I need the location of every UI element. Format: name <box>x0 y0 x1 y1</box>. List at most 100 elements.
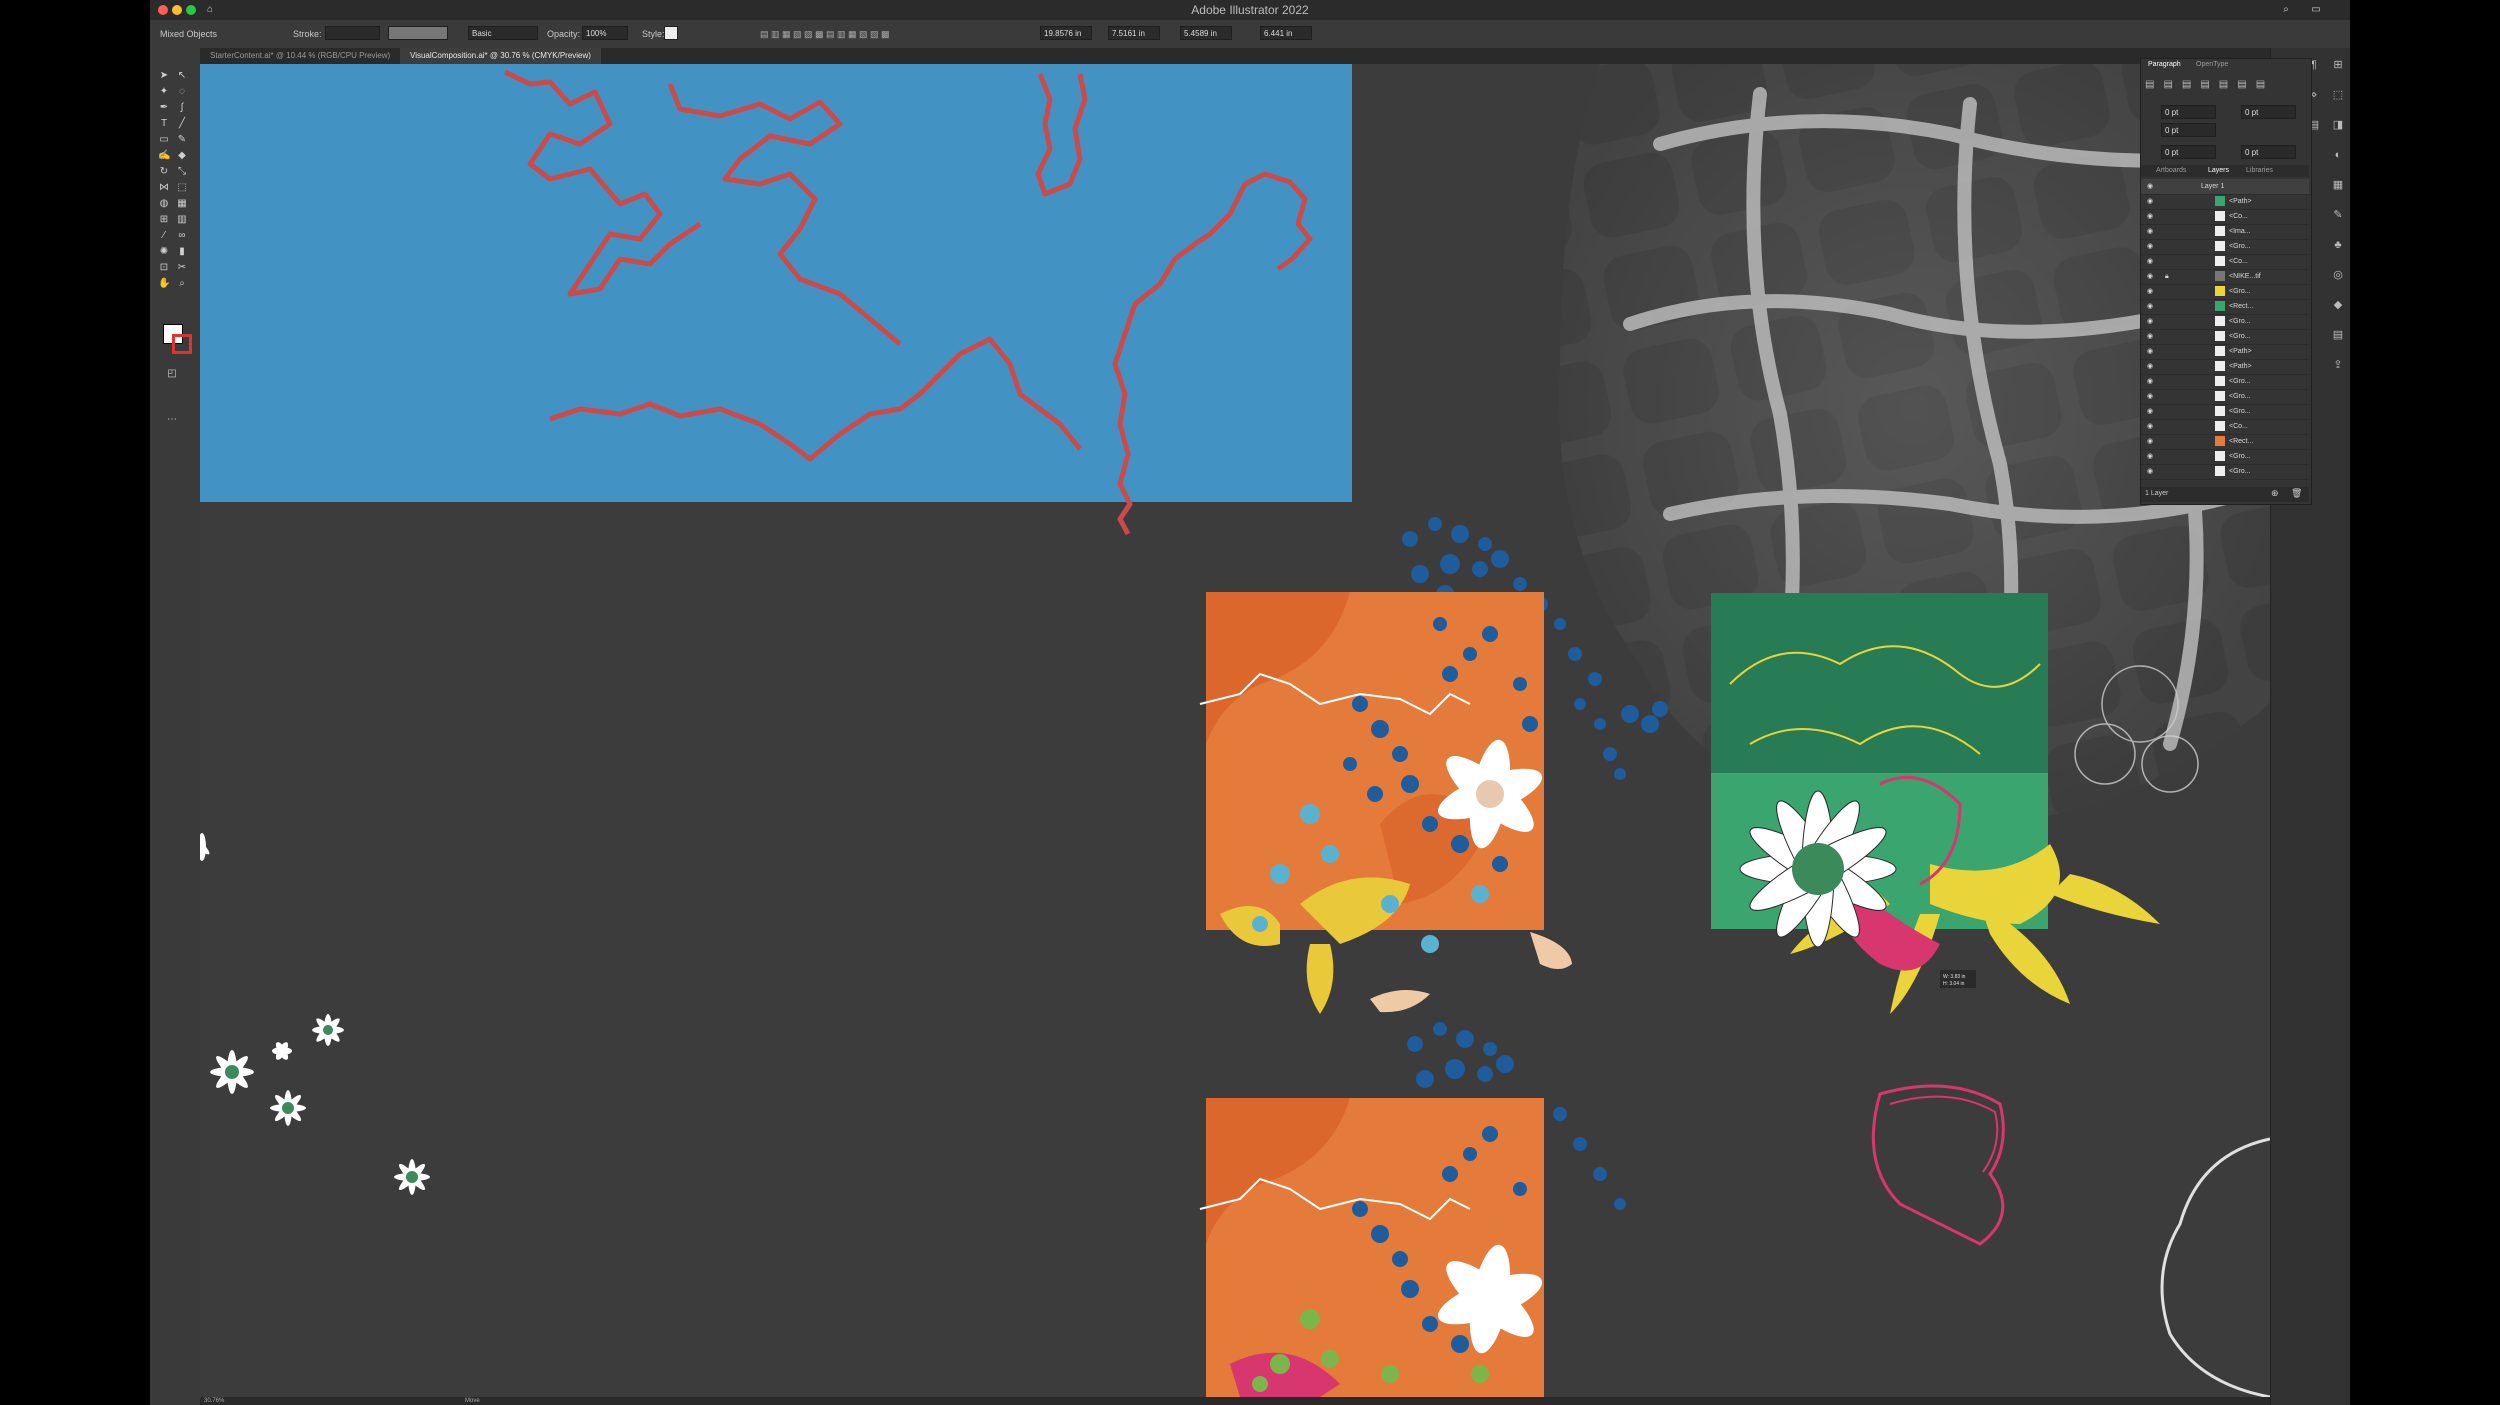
delete-layer-icon[interactable]: 🗑︎ <box>2291 488 2302 499</box>
x-field[interactable]: 19.8576 in <box>1040 26 1092 40</box>
eye-icon[interactable]: ◉ <box>2147 419 2153 434</box>
layer-row[interactable]: ◉ <Gro... <box>2141 329 2309 345</box>
type-tool-icon[interactable]: T <box>158 118 170 130</box>
eye-icon[interactable]: ◉ <box>2147 269 2153 284</box>
paragraph-align-buttons[interactable]: ▤▤▤▤▤▤▤ <box>2145 79 2274 90</box>
lock-icon[interactable]: 🔒︎ <box>2165 269 2169 284</box>
small-daisies[interactable] <box>200 833 430 1195</box>
layer-row[interactable]: ◉ <Gro... <box>2141 239 2309 255</box>
align-icons[interactable]: ▤ ▥ ▦ ▧ ▨ ▩ ▤ ▥ ▦ ▧ ▨ ▩ <box>760 29 890 40</box>
eye-icon[interactable]: ◉ <box>2147 434 2153 449</box>
graphic-styles-icon[interactable]: ◆ <box>2331 298 2345 312</box>
eye-icon[interactable]: ◉ <box>2147 224 2153 239</box>
space-after-field[interactable]: 0 pt <box>2241 145 2296 159</box>
shaper-tool-icon[interactable]: ✍ <box>158 150 170 162</box>
layer-row[interactable]: ◉ <Path> <box>2141 194 2309 210</box>
column-graph-tool-icon[interactable]: ▮ <box>176 246 188 258</box>
eye-icon[interactable]: ◉ <box>2147 329 2153 344</box>
asset-export-icon[interactable]: ⇪ <box>2331 358 2345 372</box>
zoom-tool-icon[interactable]: ⌕ <box>176 278 188 290</box>
eye-icon[interactable]: ◉ <box>2147 449 2153 464</box>
first-line-indent-field[interactable]: 0 pt <box>2161 123 2216 137</box>
left-indent-field[interactable]: 0 pt <box>2161 105 2216 119</box>
swatches-icon[interactable]: ▦ <box>2331 178 2345 192</box>
eye-icon[interactable]: ◉ <box>2147 464 2153 479</box>
eye-icon[interactable]: ◉ <box>2147 254 2153 269</box>
tab-opentype[interactable]: OpenType <box>2191 59 2233 71</box>
pink-outline-shape[interactable] <box>1871 1084 2005 1246</box>
free-transform-tool-icon[interactable]: ⬚ <box>176 182 188 194</box>
layer-row[interactable]: ◉ <Gro... <box>2141 284 2309 300</box>
tab-artboards[interactable]: Artboards <box>2151 165 2191 177</box>
more-tools-icon[interactable]: ⋯ <box>166 414 178 426</box>
paintbrush-tool-icon[interactable]: ✎ <box>176 134 188 146</box>
layer-row[interactable]: ◉ <Rect... <box>2141 299 2309 315</box>
lasso-tool-icon[interactable]: ◌ <box>176 86 188 98</box>
graphic-style-swatch[interactable] <box>664 26 678 40</box>
tab-layers[interactable]: Layers <box>2203 165 2234 177</box>
h-field[interactable]: 6.441 in <box>1260 26 1312 40</box>
orange-flower-artboard-2[interactable] <box>1199 1022 1626 1397</box>
layer-row[interactable]: ◉ <Rect... <box>2141 434 2309 450</box>
eye-icon[interactable]: ◉ <box>2147 239 2153 254</box>
symbol-sprayer-tool-icon[interactable]: ✺ <box>158 246 170 258</box>
tab-libraries[interactable]: Libraries <box>2241 165 2278 177</box>
pen-tool-icon[interactable]: ✒ <box>158 102 170 114</box>
eraser-tool-icon[interactable]: ◆ <box>176 150 188 162</box>
tab-visual-composition[interactable]: VisualComposition.ai* @ 30.76 % (CMYK/Pr… <box>400 48 601 64</box>
eye-icon[interactable]: ◉ <box>2147 194 2153 209</box>
layer-row[interactable]: ◉ <Gro... <box>2141 389 2309 405</box>
stroke-swatch[interactable] <box>172 334 192 354</box>
mesh-tool-icon[interactable]: ⊞ <box>158 214 170 226</box>
width-tool-icon[interactable]: ⋈ <box>158 182 170 194</box>
eye-icon[interactable]: ◉ <box>2147 299 2153 314</box>
layer-row[interactable]: ◉ <Co... <box>2141 254 2309 270</box>
rectangle-tool-icon[interactable]: ▭ <box>158 134 170 146</box>
color-icon[interactable]: ◐ <box>2331 148 2345 162</box>
eye-icon[interactable]: ◉ <box>2147 314 2153 329</box>
layer-row[interactable]: ◉ <Ima... <box>2141 224 2309 240</box>
artboard-tool-icon[interactable]: ⊡ <box>158 262 170 274</box>
eye-icon[interactable]: ◉ <box>2147 284 2153 299</box>
magic-wand-tool-icon[interactable]: ✦ <box>158 86 170 98</box>
scale-tool-icon[interactable]: ⤡ <box>176 166 188 178</box>
symbols-icon[interactable]: ♣ <box>2331 238 2345 252</box>
eye-icon[interactable]: ◉ <box>2147 389 2153 404</box>
layer-row[interactable]: ◉ <Gro... <box>2141 464 2309 480</box>
stroke-weight-field[interactable] <box>325 26 380 40</box>
eyedropper-tool-icon[interactable]: ⁄ <box>158 230 170 242</box>
hand-tool-icon[interactable]: ✋ <box>158 278 170 290</box>
blend-tool-icon[interactable]: ∞ <box>176 230 188 242</box>
layer-row[interactable]: ◉ <Path> <box>2141 344 2309 360</box>
y-field[interactable]: 7.5161 in <box>1108 26 1160 40</box>
eye-icon[interactable]: ◉ <box>2147 344 2153 359</box>
layer-row[interactable]: ◉ <Gro... <box>2141 404 2309 420</box>
gradient-tool-icon[interactable]: ▥ <box>176 214 188 226</box>
eye-icon[interactable]: ◉ <box>2147 374 2153 389</box>
space-before-field[interactable]: 0 pt <box>2161 145 2216 159</box>
tab-starter-content[interactable]: StarterContent.ai* @ 10.44 % (RGB/CPU Pr… <box>200 48 400 64</box>
direct-selection-tool-icon[interactable]: ↖ <box>176 70 188 82</box>
layer-row[interactable]: ◉ <Co... <box>2141 419 2309 435</box>
slice-tool-icon[interactable]: ✂ <box>176 262 188 274</box>
shape-builder-tool-icon[interactable]: ◍ <box>158 198 170 210</box>
layer-row[interactable]: ◉ <Gro... <box>2141 449 2309 465</box>
layers-panel-icon[interactable]: ▤ <box>2331 328 2345 342</box>
white-outline-shape[interactable] <box>2160 1137 2270 1397</box>
layer-row[interactable]: ◉ <Path> <box>2141 359 2309 375</box>
tab-paragraph[interactable]: Paragraph <box>2143 59 2186 71</box>
search-icon[interactable]: ⌕ <box>2280 4 2292 16</box>
eye-icon[interactable]: ◉ <box>2147 404 2153 419</box>
character-icon[interactable]: ⊞ <box>2331 58 2345 72</box>
transform-icon[interactable]: ⬚ <box>2331 88 2345 102</box>
new-layer-icon[interactable]: ⊕ <box>2271 488 2279 499</box>
eye-icon[interactable]: ◉ <box>2147 179 2153 194</box>
layer-row[interactable]: ◉ <Gro... <box>2141 374 2309 390</box>
arrange-documents-icon[interactable]: ▭ <box>2310 4 2322 16</box>
rotate-tool-icon[interactable]: ↻ <box>158 166 170 178</box>
eye-icon[interactable]: ◉ <box>2147 359 2153 374</box>
layer-row[interactable]: ◉ <Co... <box>2141 209 2309 225</box>
curvature-tool-icon[interactable]: ∫ <box>176 102 188 114</box>
brush-definition[interactable]: Basic <box>468 26 538 40</box>
selection-tool-icon[interactable]: ➤ <box>158 70 170 82</box>
